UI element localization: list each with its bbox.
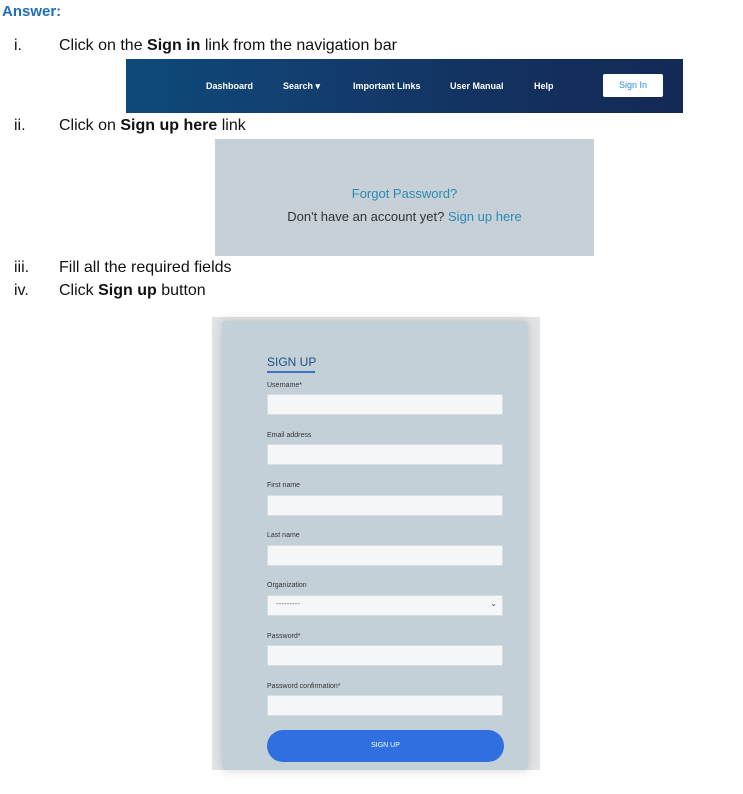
step-number: i.	[14, 37, 22, 54]
email-label: Email address	[267, 432, 312, 439]
step-text: Click on Sign up here link	[59, 117, 246, 134]
step-text: Click Sign up button	[59, 282, 206, 299]
nav-search[interactable]: Search ▾	[283, 59, 320, 113]
password-confirm-input[interactable]	[267, 695, 503, 716]
nav-help[interactable]: Help	[534, 59, 554, 113]
no-account-text: Don't have an account yet?	[287, 209, 445, 224]
organization-select[interactable]: --------- ⌄	[267, 595, 503, 616]
step-number: iv.	[14, 282, 29, 299]
organization-label: Organization	[267, 582, 307, 589]
organization-selected-value: ---------	[276, 599, 300, 608]
answer-heading: Answer:	[2, 3, 62, 20]
step-text: Click on the Sign in link from the navig…	[59, 37, 397, 54]
navigation-bar-screenshot: Dashboard Search ▾ Important Links User …	[126, 59, 683, 113]
nav-important-links[interactable]: Important Links	[353, 59, 421, 113]
chevron-down-icon: ⌄	[490, 599, 497, 608]
step-number: ii.	[14, 117, 26, 134]
title-underline	[267, 371, 315, 373]
forgot-password-screenshot: Forgot Password? Don't have an account y…	[215, 139, 594, 256]
signup-card: SIGN UP Username* Email address First na…	[222, 321, 528, 770]
sign-up-button[interactable]: SIGN UP	[267, 730, 504, 762]
first-name-input[interactable]	[267, 495, 503, 516]
last-name-input[interactable]	[267, 545, 503, 566]
username-label: Username*	[267, 382, 303, 389]
signup-title: SIGN UP	[267, 355, 317, 369]
sign-up-here-link[interactable]: Sign up here	[448, 209, 522, 224]
nav-dashboard[interactable]: Dashboard	[206, 59, 253, 113]
nav-user-manual[interactable]: User Manual	[450, 59, 504, 113]
step-text: Fill all the required fields	[59, 259, 232, 276]
first-name-label: First name	[267, 482, 301, 489]
signup-form-screenshot: SIGN UP Username* Email address First na…	[212, 317, 540, 770]
password-confirm-label: Password confirmation*	[267, 683, 341, 690]
password-label: Password*	[267, 633, 301, 640]
email-input[interactable]	[267, 444, 503, 465]
nav-sign-in-button[interactable]: Sign In	[603, 74, 663, 97]
last-name-label: Last name	[267, 532, 300, 539]
step-number: iii.	[14, 259, 30, 276]
username-input[interactable]	[267, 394, 503, 415]
password-input[interactable]	[267, 645, 503, 666]
no-account-line: Don't have an account yet? Sign up here	[215, 209, 594, 224]
forgot-password-link[interactable]: Forgot Password?	[215, 186, 594, 201]
